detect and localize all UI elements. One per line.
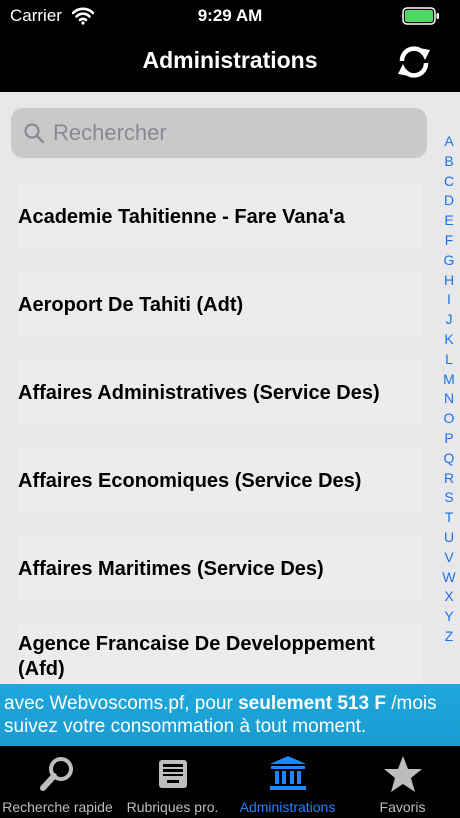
ad-text-suffix: /mois [385,693,437,714]
list-item[interactable]: Affaires Maritimes (Service Des) [18,537,422,601]
index-letter-b[interactable]: B [440,152,458,172]
index-letter-v[interactable]: V [440,548,458,568]
list-item[interactable]: Affaires Economiques (Service Des) [18,449,422,513]
index-letter-c[interactable]: C [440,172,458,192]
building-icon [269,756,306,790]
status-time: 9:29 AM [197,6,263,25]
list-item-label: Affaires Economiques (Service Des) [18,469,362,492]
magnifier-icon [39,757,73,791]
index-letter-n[interactable]: N [440,389,458,409]
index-letter-h[interactable]: H [440,271,458,291]
index-letter-i[interactable]: I [440,290,458,310]
index-letter-s[interactable]: S [440,488,458,508]
ad-line-2: suivez votre consommation à tout moment. [4,716,367,737]
alphabet-index[interactable]: ABCDEFGHIJKLMNOPQRSTUVWXYZ [440,132,458,647]
tab-label: Recherche rapide [2,799,113,815]
index-letter-l[interactable]: L [440,350,458,370]
index-letter-u[interactable]: U [440,528,458,548]
list-item-label: Aeroport De Tahiti (Adt) [18,293,244,316]
page-title: Administrations [142,47,318,73]
index-letter-m[interactable]: M [440,370,458,390]
list-item[interactable]: Affaires Administratives (Service Des) [18,361,422,425]
index-letter-w[interactable]: W [440,568,458,588]
ad-text: avec Webvoscoms.pf, pour [4,693,239,714]
ad-line-1: avec Webvoscoms.pf, pour seulement 513 F… [4,693,437,715]
navigation-bar: Administrations [0,32,460,92]
index-letter-o[interactable]: O [440,409,458,429]
ad-banner[interactable]: avec Webvoscoms.pf, pour seulement 513 F… [0,684,460,746]
index-letter-f[interactable]: F [440,231,458,251]
index-letter-k[interactable]: K [440,330,458,350]
tab-label: Administrations [239,799,336,815]
administrations-list-view: Academie Tahitienne - Fare Vana'a Aeropo… [0,92,460,684]
index-letter-x[interactable]: X [440,587,458,607]
refresh-icon[interactable] [394,42,434,82]
status-bar: Carrier 9:29 AM [0,0,460,32]
inbox-tray-icon [158,760,187,788]
tab-bar: Recherche rapide Rubriques pro. Administ… [0,746,460,818]
index-letter-q[interactable]: Q [440,449,458,469]
list-item[interactable]: Academie Tahitienne - Fare Vana'a [18,185,422,249]
list-item[interactable]: Aeroport De Tahiti (Adt) [18,273,422,337]
index-letter-g[interactable]: G [440,251,458,271]
list-item[interactable]: Agence Francaise De Developpement (Afd) [18,625,422,684]
search-input[interactable] [53,116,413,150]
tab-label: Favoris [379,799,426,815]
index-letter-d[interactable]: D [440,191,458,211]
list-item-label: Agence Francaise De Developpement (Afd) [18,633,375,680]
list-item-label: Affaires Administratives (Service Des) [18,381,380,404]
battery-icon [402,7,439,25]
tab-administrations[interactable]: Administrations [230,746,345,818]
index-letter-p[interactable]: P [440,429,458,449]
index-letter-t[interactable]: T [440,508,458,528]
index-letter-e[interactable]: E [440,211,458,231]
list-item-label: Affaires Maritimes (Service Des) [18,557,324,580]
tab-favoris[interactable]: Favoris [345,746,460,818]
tab-recherche-rapide[interactable]: Recherche rapide [0,746,115,818]
search-bar[interactable] [11,108,427,158]
index-letter-a[interactable]: A [440,132,458,152]
index-letter-j[interactable]: J [440,310,458,330]
index-letter-r[interactable]: R [440,469,458,489]
index-letter-z[interactable]: Z [440,627,458,647]
star-icon [383,756,422,792]
list-item-label: Academie Tahitienne - Fare Vana'a [18,205,345,228]
index-letter-y[interactable]: Y [440,607,458,627]
ad-price: seulement 513 F [238,693,386,714]
tab-rubriques-pro[interactable]: Rubriques pro. [115,746,230,818]
search-icon [24,123,45,144]
tab-label: Rubriques pro. [126,799,219,815]
